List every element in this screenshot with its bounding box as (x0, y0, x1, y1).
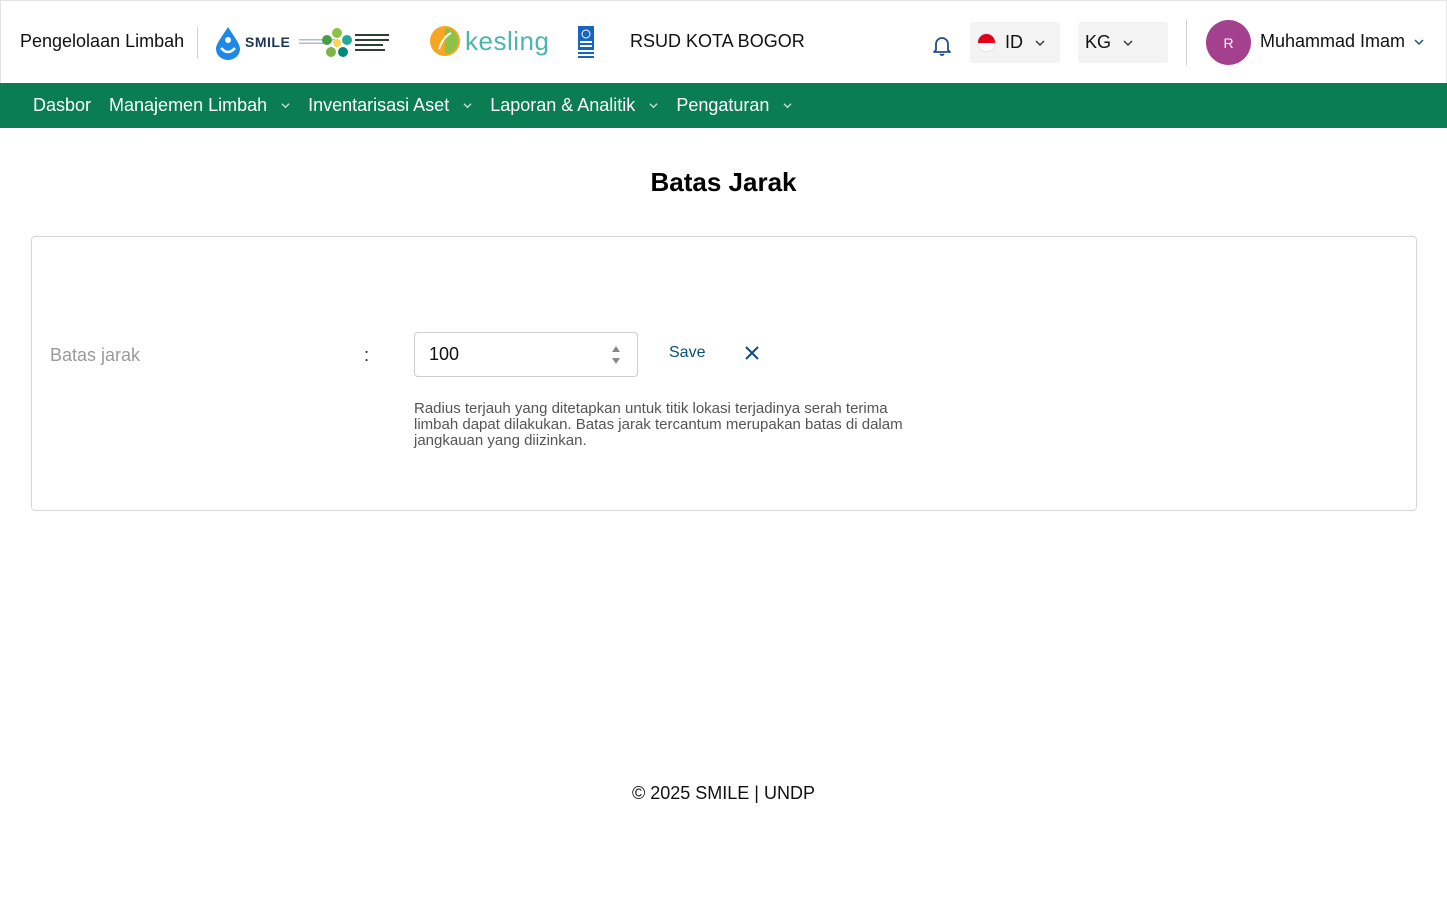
number-spinner-icon[interactable] (611, 345, 621, 365)
language-value: ID (1005, 32, 1023, 52)
nav-item-label: Dasbor (33, 95, 92, 115)
chevron-down-icon (1035, 40, 1045, 46)
hospital-name: RSUD KOTA BOGOR (630, 31, 805, 51)
chevron-down-icon (783, 103, 792, 109)
chevron-down-icon (1123, 40, 1133, 46)
unit-value: KG (1085, 32, 1112, 52)
header-divider (1186, 20, 1187, 65)
field-separator: : (364, 345, 370, 365)
nav-item-manajemen-limbah[interactable]: Manajemen Limbah (109, 95, 290, 116)
avatar[interactable]: R (1206, 20, 1251, 65)
nav-item-laporan-analitik[interactable]: Laporan & Analitik (490, 95, 658, 116)
footer-copyright: © 2025 SMILE | UNDP (631, 783, 815, 803)
smile-logo: SMILE (215, 26, 335, 60)
unit-select[interactable]: KG (1078, 22, 1168, 63)
distance-limit-input[interactable] (415, 333, 605, 376)
user-menu-chevron-down-icon[interactable] (1414, 37, 1424, 47)
kesling-leaf-icon (430, 26, 460, 56)
close-icon[interactable] (744, 345, 760, 361)
smile-drop-icon (216, 27, 240, 60)
nav-item-pengaturan[interactable]: Pengaturan (676, 95, 792, 116)
field-help-text: Radius terjauh yang ditetapkan untuk tit… (414, 400, 903, 449)
kemenkes-flower-icon (322, 28, 352, 57)
distance-limit-card: Batas jarak : Save Radius terjauh yang d… (31, 236, 1417, 511)
main-nav: Dasbor Manajemen Limbah Inventarisasi As… (0, 83, 1447, 128)
language-select[interactable]: ID (970, 22, 1060, 63)
field-label: Batas jarak (50, 345, 141, 365)
nav-item-label: Manajemen Limbah (109, 95, 268, 115)
app-title: Pengelolaan Limbah (20, 31, 185, 51)
page-title: Batas Jarak (650, 167, 797, 197)
nav-item-dasbor[interactable]: Dasbor (33, 95, 91, 116)
kemenkes-logo-text (355, 34, 389, 51)
nav-item-label: Pengaturan (676, 95, 770, 115)
indonesia-flag-icon (977, 33, 996, 52)
undp-logo (578, 26, 594, 58)
header-divider (197, 27, 198, 58)
bell-icon[interactable] (930, 33, 954, 57)
distance-limit-input-wrapper (414, 332, 638, 377)
kesling-logo: kesling (429, 25, 549, 57)
kemenkes-logo (321, 27, 395, 59)
chevron-down-icon (281, 103, 290, 109)
top-header: Pengelolaan Limbah SMILE kesling RSUD KO… (0, 0, 1447, 83)
chevron-down-icon (649, 103, 658, 109)
kesling-logo-text: kesling (465, 26, 550, 56)
chevron-down-icon (463, 103, 472, 109)
nav-item-inventarisasi-aset[interactable]: Inventarisasi Aset (308, 95, 472, 116)
save-button[interactable]: Save (669, 344, 705, 362)
nav-item-label: Inventarisasi Aset (308, 95, 450, 115)
user-name[interactable]: Muhammad Imam (1260, 31, 1405, 52)
smile-logo-text: SMILE (245, 34, 291, 50)
nav-item-label: Laporan & Analitik (490, 95, 636, 115)
